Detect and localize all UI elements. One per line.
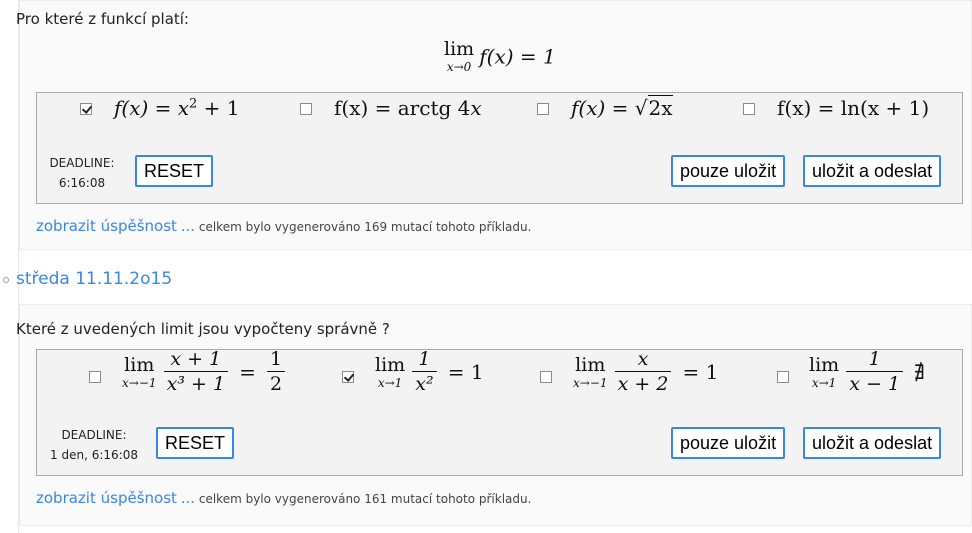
show-success-link[interactable]: zobrazit úspěšnost [36,217,177,235]
option-expression-2: lim x→1 1 x² = 1 [375,348,484,395]
footer-info: zobrazit úspěšnost ... celkem bylo vygen… [36,217,531,235]
footer-dots: ... [180,217,196,235]
option-checkbox-4[interactable] [777,371,789,383]
option-checkbox-1[interactable] [89,371,101,383]
deadline-value: 1 den, 6:16:08 [50,448,138,462]
date-heading: středa 11.11.2o15 [0,268,400,292]
question-text: Které z uvedených limit jsou vypočteny s… [16,320,390,338]
option-checkbox-2[interactable] [300,103,312,115]
option-checkbox-2[interactable] [342,371,354,383]
question-text: Pro které z funkcí platí: [16,10,189,28]
deadline: DEADLINE: 6:16:08 [42,153,122,193]
deadline-label: DEADLINE: [49,156,115,170]
option-expression-3: f(x) = √2x [571,95,673,120]
option-checkbox-1[interactable] [80,103,92,115]
save-only-button[interactable]: pouze uložit [671,155,786,187]
save-only-button[interactable]: pouze uložit [671,427,786,459]
option-expression-4: lim x→1 1x − 1 ∄ [809,348,926,395]
option-checkbox-3[interactable] [537,103,549,115]
reset-button[interactable]: RESET [156,427,235,459]
bullet-icon [3,277,9,283]
save-submit-button[interactable]: uložit a odeslat [803,155,942,187]
option-expression-2: f(x) = arctg 4x [334,96,482,120]
option-checkbox-3[interactable] [540,371,552,383]
option-expression-1: f(x) = x2 + 1 [114,96,240,120]
show-success-link[interactable]: zobrazit úspěšnost [36,489,177,507]
formula-body: f(x) = 1 [479,44,556,69]
footer-info: zobrazit úspěšnost ... celkem bylo vygen… [36,489,531,507]
deadline-value: 6:16:08 [58,176,106,190]
footer-text: celkem bylo vygenerováno 169 mutací toho… [198,220,532,234]
deadline: DEADLINE: 1 den, 6:16:08 [42,425,146,465]
footer-dots: ... [180,489,196,507]
footer-text: celkem bylo vygenerováno 161 mutací toho… [198,492,532,506]
deadline-label: DEADLINE: [61,428,127,442]
save-submit-button[interactable]: uložit a odeslat [803,427,942,459]
limit-operator: lim x→0 [444,38,475,74]
date-label[interactable]: středa 11.11.2o15 [16,269,172,289]
option-expression-1: lim x→−1 x + 1 x³ + 1 = 12 [122,350,287,394]
option-checkbox-4[interactable] [743,103,755,115]
option-expression-4: f(x) = ln(x + 1) [777,96,930,120]
reset-button[interactable]: RESET [135,155,214,187]
option-expression-3: lim x→−1 xx + 2 = 1 [573,348,719,395]
main-formula: lim x→0 f(x) = 1 [444,38,556,74]
